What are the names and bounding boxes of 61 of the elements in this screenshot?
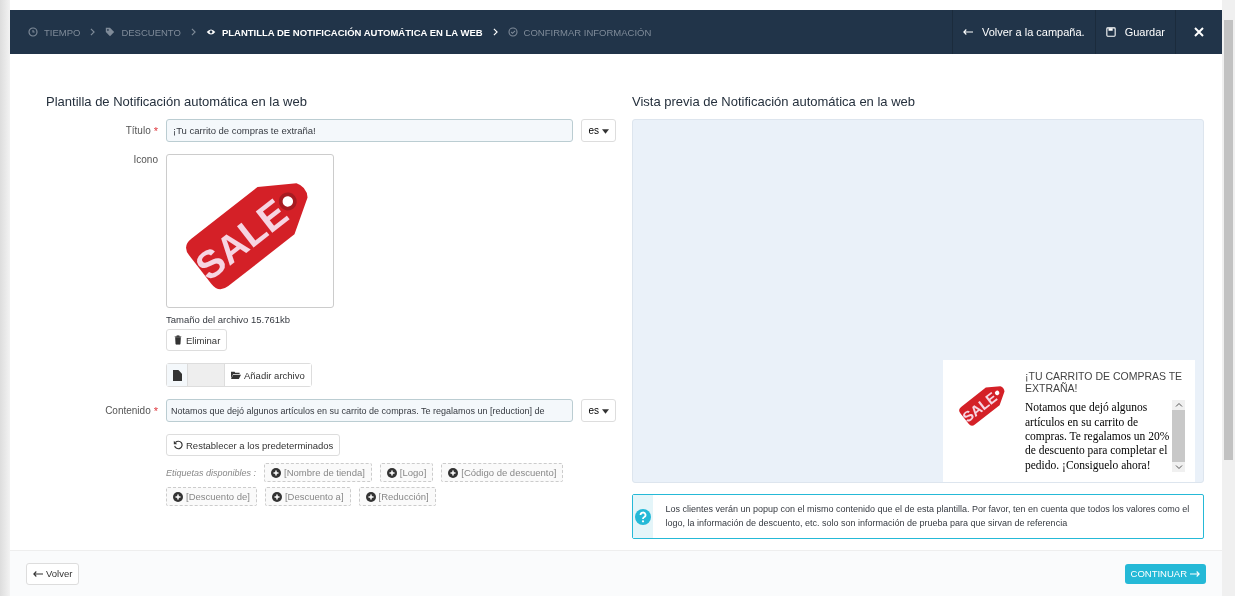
file-name-field[interactable] bbox=[187, 364, 224, 386]
language-dropdown[interactable]: es bbox=[581, 399, 616, 422]
title-input[interactable]: ¡Tu carrito de compras te extraña! bbox=[166, 119, 574, 142]
trash-icon bbox=[173, 335, 183, 345]
undo-icon bbox=[173, 440, 183, 450]
arrow-left-icon bbox=[33, 568, 43, 579]
placeholder-tag-button[interactable]: [Nombre de tienda] bbox=[264, 463, 372, 482]
scrollbar[interactable] bbox=[1172, 400, 1185, 472]
content-input[interactable]: Notamos que dejó algunos artículos en su carrito de compras. Te regalamos un [reduction] de bbox=[166, 399, 574, 422]
field-label: Título bbox=[125, 124, 151, 137]
placeholder-tag-button[interactable]: [Descuento a] bbox=[264, 487, 351, 506]
page-scrollbar[interactable] bbox=[1222, 0, 1235, 596]
eye-icon bbox=[205, 27, 216, 37]
file-icon bbox=[167, 364, 187, 386]
arrow-left-icon bbox=[962, 27, 973, 37]
check-circle-icon bbox=[507, 27, 518, 37]
popup-title: ¡TU CARRITO DE COMPRAS TE EXTRAÑA! bbox=[1025, 370, 1184, 395]
wizard-step[interactable]: DESCUENTO bbox=[105, 26, 181, 38]
placeholder-tag-button[interactable]: [Código de descuento] bbox=[441, 463, 564, 482]
language-dropdown[interactable]: es bbox=[581, 119, 616, 142]
placeholder-tag-button[interactable]: [Reducción] bbox=[358, 487, 436, 506]
file-size-text: Tamaño del archivo 15.761kb bbox=[166, 314, 292, 325]
plus-circle-icon bbox=[448, 467, 459, 478]
required-mark: * bbox=[153, 124, 158, 137]
folder-icon bbox=[231, 370, 241, 380]
caret-icon bbox=[602, 409, 609, 414]
chevron-icon bbox=[190, 28, 196, 36]
clock-icon bbox=[28, 27, 38, 37]
close-icon bbox=[1194, 27, 1204, 37]
form-heading: Plantilla de Notificación automática en la web bbox=[46, 94, 308, 109]
save-button[interactable]: Guardar bbox=[1094, 10, 1175, 54]
wizard-step[interactable]: TIEMPO bbox=[28, 26, 81, 38]
plus-circle-icon bbox=[386, 467, 397, 478]
field-label: Contenido bbox=[105, 404, 151, 417]
reset-defaults-button[interactable]: Restablecer a los predeterminados bbox=[166, 434, 341, 456]
plus-circle-icon bbox=[365, 491, 376, 502]
add-file-button[interactable]: Añadir archivo bbox=[224, 364, 311, 386]
chevron-icon bbox=[492, 28, 498, 36]
wizard-step[interactable]: CONFIRMAR INFORMACIÓN bbox=[507, 26, 652, 38]
field-label: Icono bbox=[133, 154, 158, 165]
back-to-campaign-button[interactable]: Volver a la campaña. bbox=[951, 10, 1095, 54]
wizard-step[interactable]: PLANTILLA DE NOTIFICACIÓN AUTOMÁTICA EN LA WEB bbox=[205, 26, 483, 38]
scroll-down-icon[interactable] bbox=[1174, 464, 1183, 470]
popup-message: Notamos que dejó algunos artículos en su carrito de compras. Te regalamos un 20% de descuento para completar el pedido. ¡Consiguelo ahora! bbox=[1025, 400, 1171, 472]
chevron-icon bbox=[90, 28, 96, 36]
arrow-right-icon bbox=[1190, 568, 1200, 579]
plus-circle-icon bbox=[173, 491, 183, 502]
preview-heading: Vista previa de Notificación automática en la web bbox=[632, 94, 917, 109]
tag-icon bbox=[105, 27, 116, 37]
back-button[interactable]: Volver bbox=[26, 562, 80, 585]
placeholder-tag-button[interactable]: [Descuento de] bbox=[166, 487, 257, 506]
placeholder-tag-button[interactable]: [Logo] bbox=[379, 463, 434, 482]
required-mark: * bbox=[153, 404, 158, 417]
help-icon bbox=[635, 508, 652, 525]
info-text: Los clientes verán un popup con el mismo contenido que el de esta plantilla. Por favor, ten en cuenta que todos los valores como el logo, la información de descuento, etc. solo son información de prueba para que sirvan de referencia bbox=[665, 503, 1191, 530]
plus-circle-icon bbox=[271, 467, 282, 478]
delete-button[interactable]: Eliminar bbox=[166, 329, 228, 351]
plus-circle-icon bbox=[271, 491, 282, 502]
tags-label: Etiquetas disponibles : bbox=[166, 467, 257, 478]
caret-icon bbox=[602, 129, 609, 134]
scroll-up-icon[interactable] bbox=[1174, 402, 1183, 409]
